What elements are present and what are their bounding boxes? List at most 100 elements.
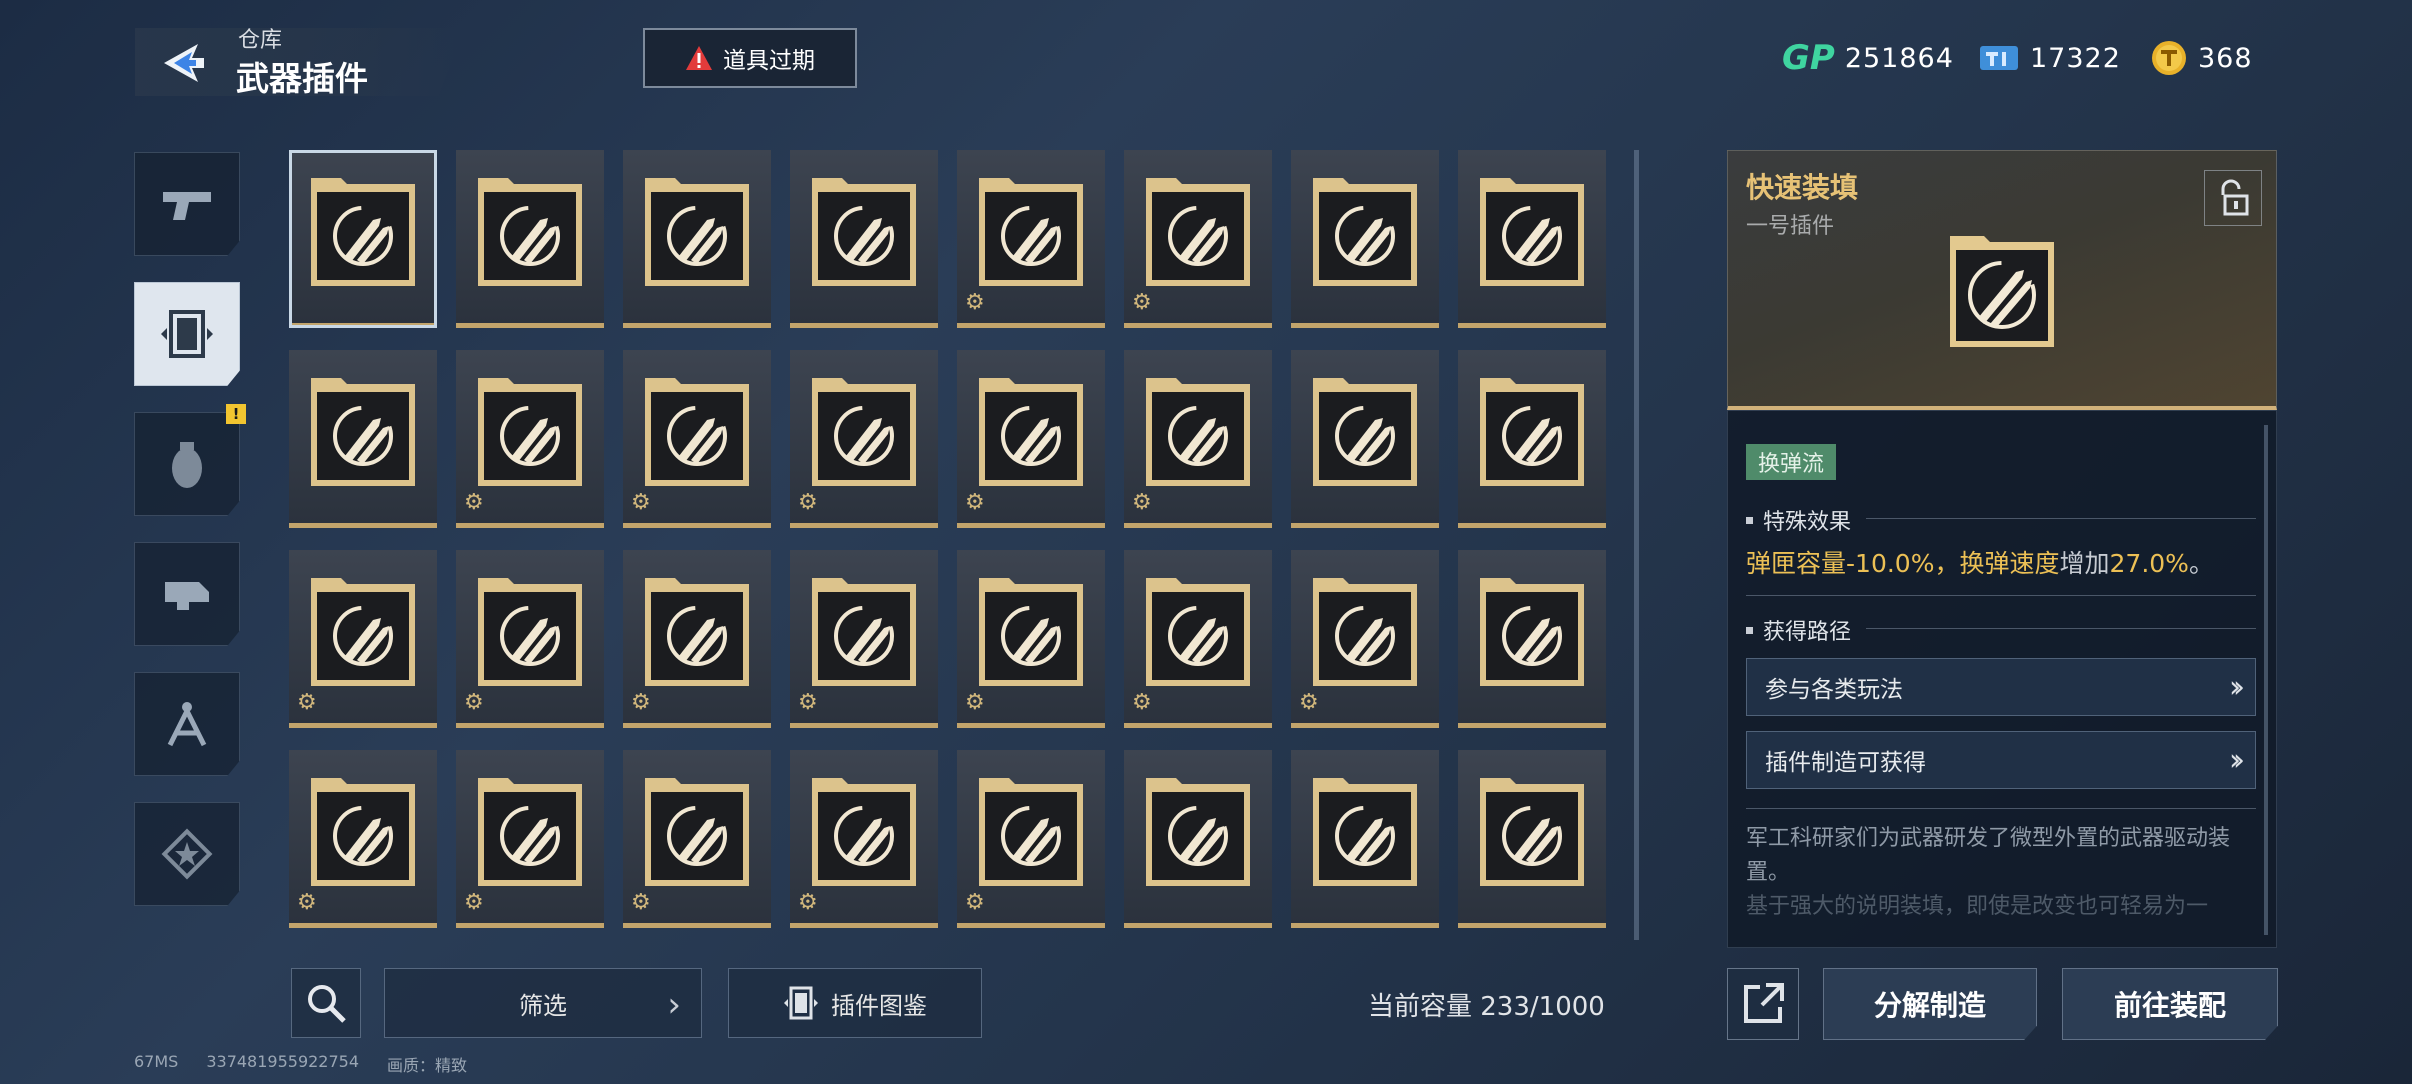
double-bullet-icon — [311, 378, 415, 486]
plugin-name: 快速装填 — [1746, 171, 1859, 204]
grid-scrollbar[interactable] — [1634, 150, 1639, 940]
plugin-slot[interactable]: ⚙ — [1124, 550, 1272, 728]
plugin-slot[interactable]: ⚙ — [456, 550, 604, 728]
lock-toggle-button[interactable] — [2204, 170, 2262, 226]
plugin-slot[interactable] — [456, 150, 604, 328]
route-item-gameplay[interactable]: 参与各类玩法 ›› — [1746, 658, 2256, 716]
plugin-slot[interactable] — [623, 150, 771, 328]
gear-badge-icon: ⚙ — [631, 690, 651, 715]
route-section-header: 获得路径 — [1746, 614, 1851, 646]
coin-value: 368 — [2198, 42, 2253, 74]
plugin-slot[interactable]: ⚙ — [957, 550, 1105, 728]
rocket-reload-icon — [478, 178, 582, 286]
style-tag: 换弹流 — [1746, 444, 1837, 480]
gear-badge-icon: ⚙ — [798, 690, 818, 715]
expired-items-button[interactable]: 道具过期 — [643, 28, 857, 88]
plugin-slot[interactable]: ⚙ — [289, 550, 437, 728]
alert-badge: ! — [226, 404, 246, 424]
plugin-slot[interactable] — [1291, 150, 1439, 328]
plugin-slot[interactable]: ⚙ — [1124, 150, 1272, 328]
gp-value: 251864 — [1844, 42, 1954, 74]
sidebar-tab-attachment[interactable] — [134, 542, 240, 646]
search-button[interactable] — [291, 968, 361, 1038]
plugin-slot[interactable]: ⚙ — [289, 750, 437, 928]
gear-badge-icon: ⚙ — [1132, 690, 1152, 715]
sidebar-tab-badge[interactable] — [134, 802, 240, 906]
plugin-slot[interactable]: ⚙ — [1291, 550, 1439, 728]
double-chevron-right-icon: ›› — [2229, 669, 2245, 705]
magazine-up-icon — [1313, 378, 1417, 486]
target-head-ammo-icon — [812, 178, 916, 286]
plugin-slot[interactable]: ⚙ — [790, 550, 938, 728]
gear-badge-icon: ⚙ — [464, 890, 484, 915]
ping-text: 67MS — [134, 1052, 179, 1071]
target-ammo-icon — [979, 778, 1083, 886]
plugin-slot[interactable]: ⚙ — [623, 750, 771, 928]
plugin-slot[interactable] — [1458, 550, 1606, 728]
share-button[interactable] — [1727, 968, 1799, 1040]
plugin-slot[interactable] — [790, 150, 938, 328]
double-chevron-right-icon: ›› — [2229, 742, 2245, 778]
plugin-slot[interactable] — [1458, 350, 1606, 528]
plugin-slot[interactable] — [1291, 350, 1439, 528]
divider — [1866, 518, 2256, 519]
route-item-crafting[interactable]: 插件制造可获得 ›› — [1746, 731, 2256, 789]
bullets-splash-icon — [645, 578, 749, 686]
plugin-slot[interactable] — [289, 350, 437, 528]
plugin-slot[interactable] — [289, 150, 437, 328]
effect-part: 27.0% — [2109, 549, 2189, 578]
plugin-slot[interactable]: ⚙ — [790, 750, 938, 928]
plugin-slot[interactable] — [1124, 750, 1272, 928]
plugin-slot[interactable]: ⚙ — [456, 350, 604, 528]
plugin-slot[interactable]: ⚙ — [957, 750, 1105, 928]
unlock-icon — [2221, 179, 2249, 216]
codex-icon — [784, 986, 818, 1020]
plugin-slot[interactable]: ⚙ — [623, 350, 771, 528]
effect-text: 弹匣容量-10.0%，换弹速度增加27.0%。 — [1746, 544, 2214, 580]
plugin-codex-button[interactable]: 插件图鉴 — [728, 968, 982, 1038]
currency-coin: 368 — [2150, 36, 2253, 80]
plugin-slot[interactable]: ⚙ — [623, 550, 771, 728]
target-head-ammo-icon — [645, 178, 749, 286]
gear-badge-icon: ⚙ — [798, 490, 818, 515]
equip-button[interactable]: 前往装配 — [2062, 968, 2278, 1040]
crosshair-ammo-icon — [1146, 178, 1250, 286]
description-text: 军工科研家们为武器研发了微型外置的武器驱动装置。 — [1746, 826, 2231, 885]
gear-badge-icon: ⚙ — [464, 490, 484, 515]
plugin-slot[interactable] — [1458, 750, 1606, 928]
breadcrumb: 仓库 — [238, 28, 283, 53]
dismantle-button[interactable]: 分解制造 — [1823, 968, 2037, 1040]
detail-scrollbar[interactable] — [2264, 425, 2268, 935]
capacity-text: 当前容量 233/1000 — [1368, 992, 1605, 1022]
filter-button[interactable]: 筛选 › — [384, 968, 702, 1038]
attachment-icon — [165, 582, 209, 610]
grenade-icon — [172, 442, 202, 488]
route-label: 插件制造可获得 — [1765, 750, 1926, 776]
ticket-value: 17322 — [2030, 42, 2121, 74]
star-badge-icon — [161, 828, 213, 880]
plugin-grid: ⚙ ⚙ ⚙ ⚙ ⚙ ⚙ ⚙ ⚙ ⚙ ⚙ ⚙ ⚙ ⚙ ⚙ ⚙ ⚙ ⚙ ⚙ ⚙ — [289, 150, 1609, 928]
plugin-slot[interactable]: ⚙ — [957, 350, 1105, 528]
bullet-cycle-icon — [1480, 578, 1584, 686]
sidebar-tab-plugin[interactable] — [134, 282, 240, 386]
sidebar-tab-blueprint[interactable] — [134, 672, 240, 776]
double-bullet-icon — [1480, 178, 1584, 286]
plugin-chip-icon — [161, 310, 213, 358]
gear-badge-icon: ⚙ — [631, 890, 651, 915]
sidebar-tab-grenade[interactable] — [134, 412, 240, 516]
plugin-slot[interactable] — [1458, 150, 1606, 328]
pistol-icon — [163, 192, 211, 220]
plugin-slot[interactable]: ⚙ — [456, 750, 604, 928]
sidebar-tab-weapon[interactable] — [134, 152, 240, 256]
route-label: 参与各类玩法 — [1765, 677, 1903, 703]
back-button[interactable] — [150, 30, 215, 96]
gp-icon: GP — [1782, 38, 1835, 78]
chevron-right-icon: › — [667, 985, 681, 1025]
gear-badge-icon: ⚙ — [464, 690, 484, 715]
plugin-slot[interactable] — [1291, 750, 1439, 928]
plugin-slot[interactable]: ⚙ — [1124, 350, 1272, 528]
plugin-slot[interactable]: ⚙ — [790, 350, 938, 528]
double-bullet-icon — [1313, 178, 1417, 286]
plugin-slot[interactable]: ⚙ — [957, 150, 1105, 328]
selected-plugin-icon — [1950, 236, 2054, 347]
